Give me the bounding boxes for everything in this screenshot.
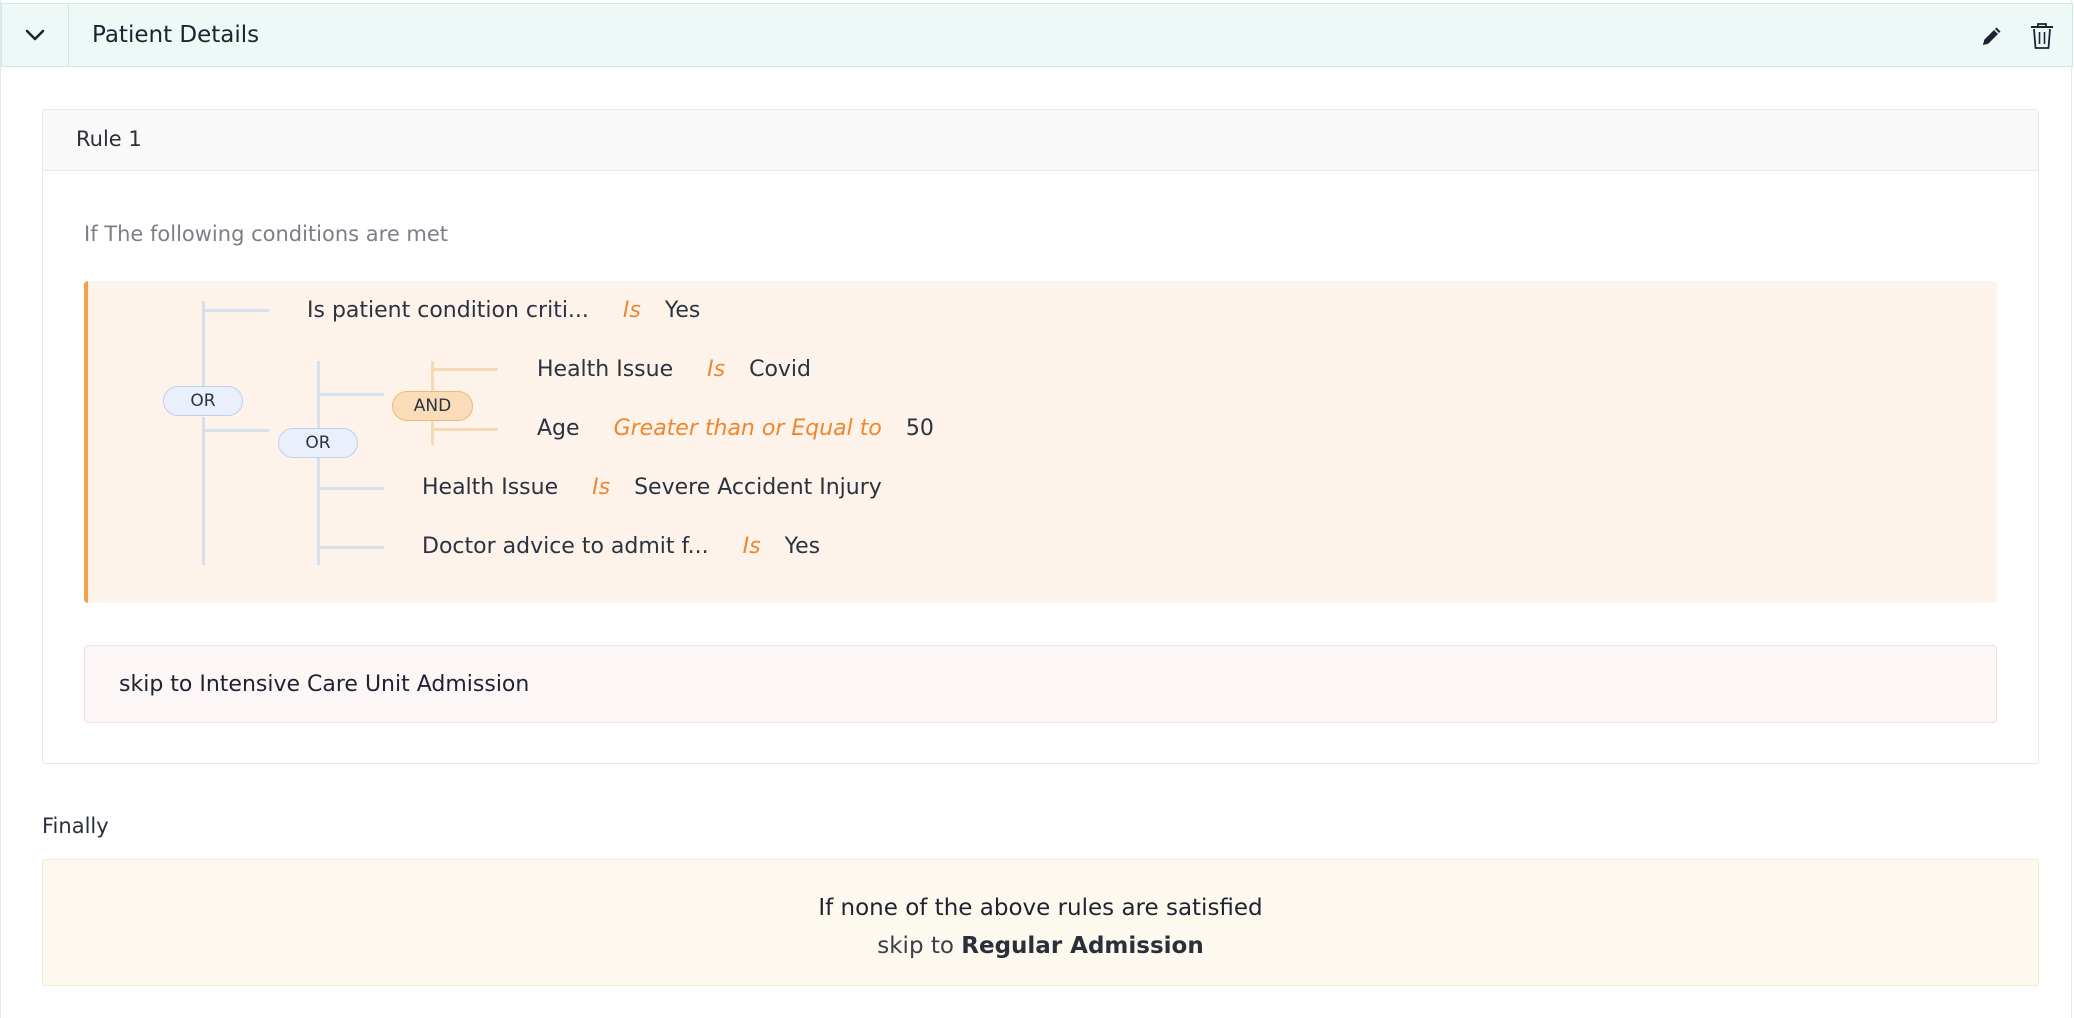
rule-title: Rule 1	[76, 127, 142, 151]
condition-value: Yes	[784, 534, 821, 559]
fallback-target: Regular Admission	[961, 933, 1204, 959]
page-frame: Patient Details Rule 1 If The following …	[0, 0, 2073, 1018]
edit-button[interactable]	[1978, 22, 2006, 50]
condition-operator: Is	[622, 298, 641, 323]
trash-icon	[2031, 23, 2053, 49]
tree-connector	[202, 417, 205, 565]
tree-connector	[317, 546, 384, 549]
finally-label: Finally	[42, 814, 109, 838]
condition-field: Health Issue	[537, 357, 674, 382]
condition-operator: Is	[742, 534, 761, 559]
condition-field: Is patient condition criti...	[307, 298, 589, 323]
or-operator-badge[interactable]: OR	[278, 428, 358, 458]
and-operator-badge[interactable]: AND	[392, 391, 473, 421]
section-header: Patient Details	[1, 3, 2073, 67]
condition-field: Doctor advice to admit f...	[422, 534, 709, 559]
tree-connector	[431, 428, 498, 431]
condition-operator: Is	[707, 357, 726, 382]
fallback-action: If none of the above rules are satisfied…	[42, 859, 2039, 986]
condition-row: Age Greater than or Equal to 50	[537, 416, 934, 441]
tree-connector	[317, 393, 384, 396]
conditions-group: OR OR AND Is patient condition criti... …	[84, 281, 1997, 603]
tree-connector	[202, 429, 269, 432]
tree-connector	[317, 487, 384, 490]
condition-field: Health Issue	[422, 475, 559, 500]
tree-connector	[202, 301, 205, 389]
tree-connector	[202, 309, 269, 312]
conditions-intro: If The following conditions are met	[84, 222, 449, 246]
condition-value: 50	[905, 416, 934, 441]
rule-card: Rule 1 If The following conditions are m…	[42, 109, 2039, 764]
collapse-button[interactable]	[2, 4, 69, 66]
condition-operator: Greater than or Equal to	[613, 416, 882, 441]
condition-value: Severe Accident Injury	[634, 475, 882, 500]
condition-row: Is patient condition criti... Is Yes	[307, 298, 700, 323]
tree-connector	[317, 361, 320, 565]
delete-button[interactable]	[2028, 22, 2056, 50]
fallback-prefix: skip to	[877, 933, 954, 959]
rule-header: Rule 1	[43, 110, 2038, 171]
rule-action-text: skip to Intensive Care Unit Admission	[119, 672, 530, 697]
condition-row: Doctor advice to admit f... Is Yes	[422, 534, 820, 559]
fallback-condition-text: If none of the above rules are satisfied	[818, 895, 1263, 921]
condition-operator: Is	[592, 475, 611, 500]
or-operator-badge[interactable]: OR	[163, 386, 243, 416]
condition-field: Age	[537, 416, 580, 441]
rule-action: skip to Intensive Care Unit Admission	[84, 645, 1997, 723]
section-title: Patient Details	[92, 22, 260, 48]
condition-row: Health Issue Is Covid	[537, 357, 811, 382]
pencil-icon	[1983, 27, 2001, 45]
tree-connector	[431, 368, 498, 371]
condition-value: Yes	[664, 298, 701, 323]
fallback-action-text: skip to Regular Admission	[43, 933, 2038, 959]
condition-row: Health Issue Is Severe Accident Injury	[422, 475, 882, 500]
chevron-down-icon	[25, 29, 45, 41]
condition-value: Covid	[749, 357, 811, 382]
